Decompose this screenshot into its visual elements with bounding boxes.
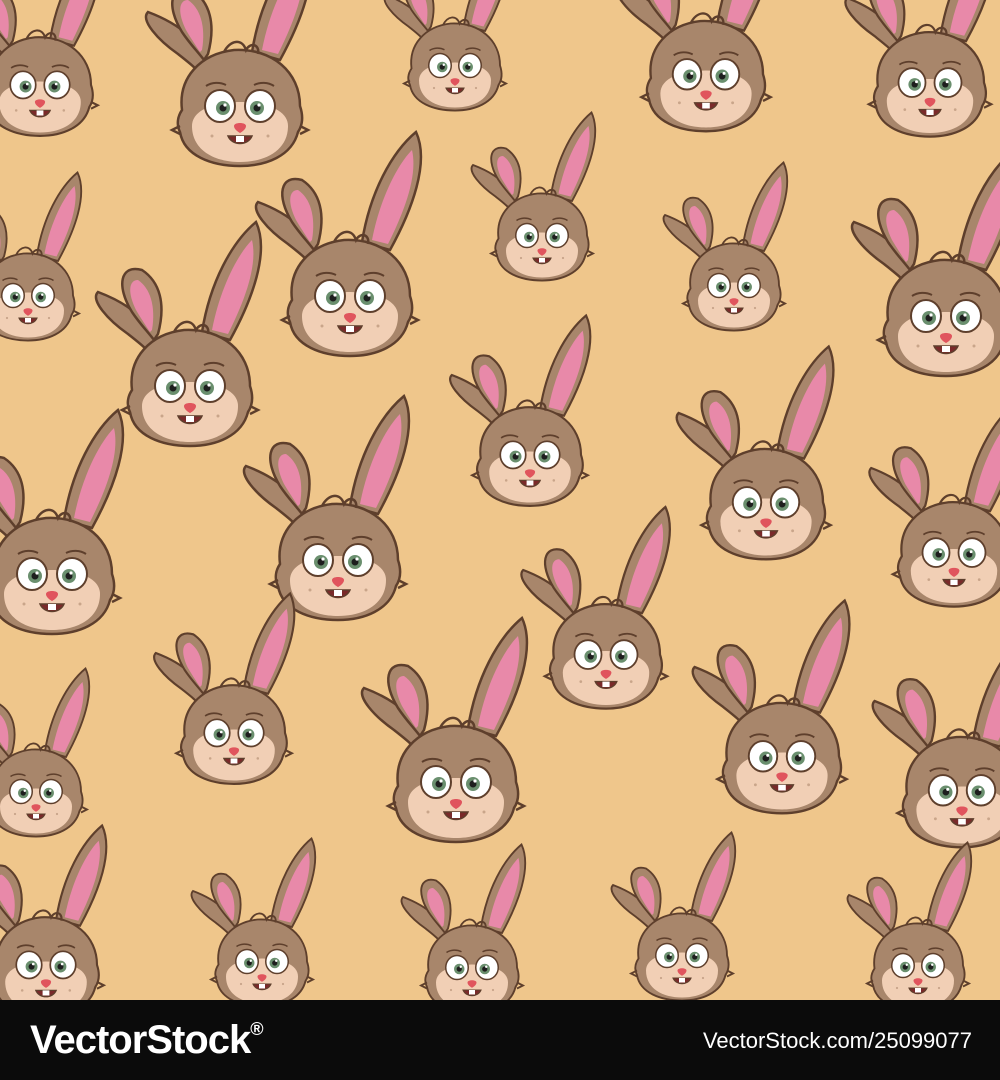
bunny-pattern-svg [0,0,1000,1000]
image-id-text: VectorStock.com/25099077 [702,1028,972,1053]
bunny-pattern-background [0,0,1000,1000]
vectorstock-logo: VectorStock® [30,1018,264,1062]
watermark-bar: VectorStock® VectorStock.com/25099077 [0,1000,1000,1080]
